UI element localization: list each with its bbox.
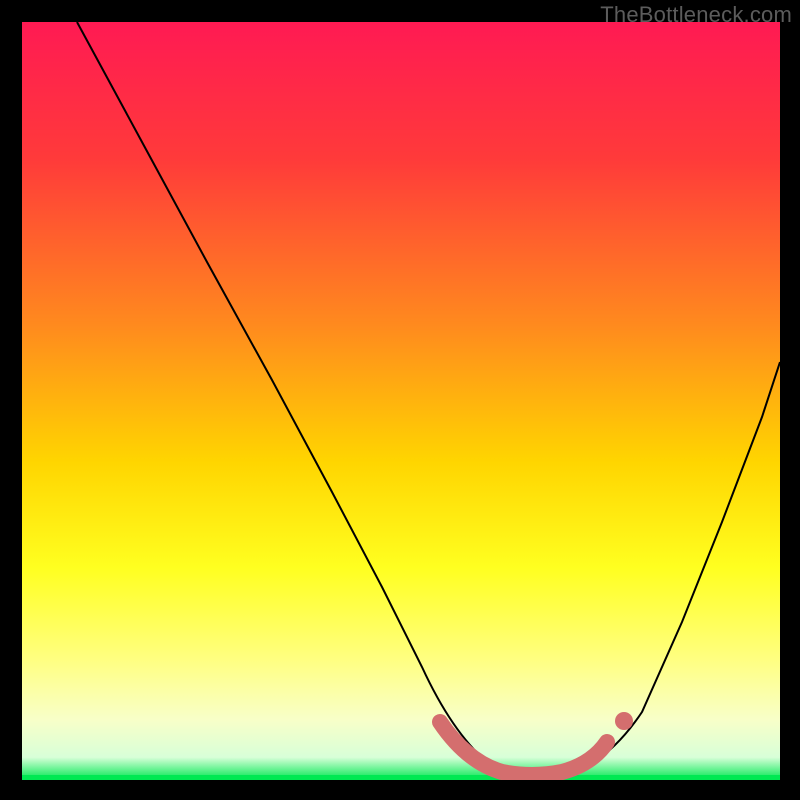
- bottleneck-curve: [22, 22, 780, 780]
- flat-bottom-highlight: [440, 722, 607, 775]
- chart-stage: TheBottleneck.com: [0, 0, 800, 800]
- curve-path: [77, 22, 780, 774]
- plot-area: [22, 22, 780, 780]
- highlight-end-dot: [615, 712, 633, 730]
- watermark-text: TheBottleneck.com: [600, 2, 792, 28]
